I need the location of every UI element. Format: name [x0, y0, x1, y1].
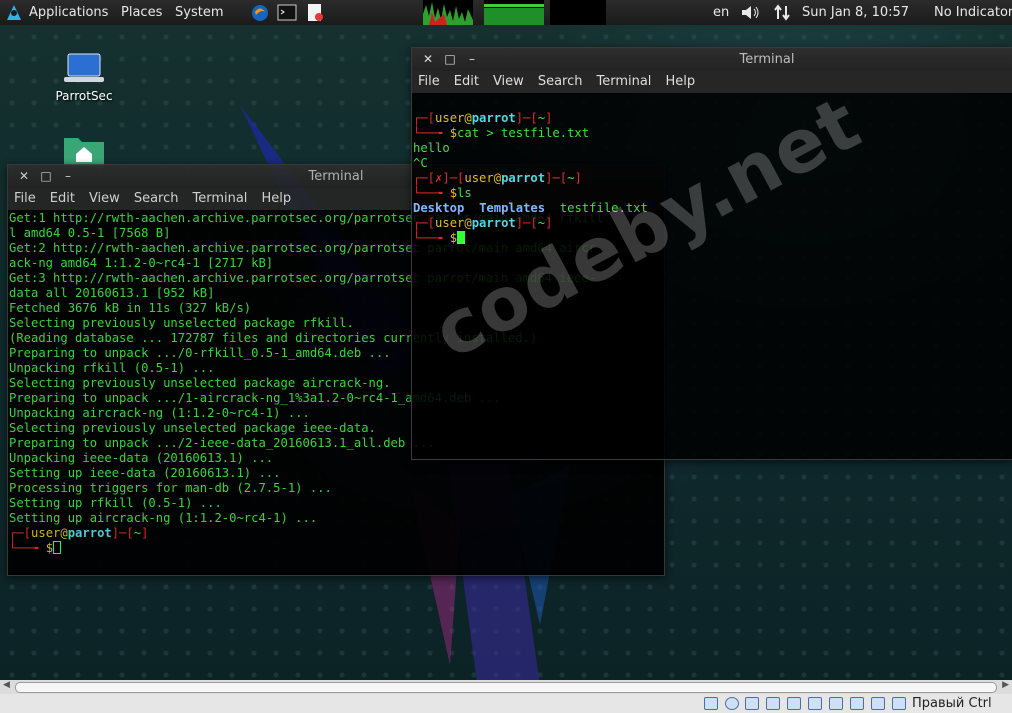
host-key-label: Правый Ctrl — [912, 696, 992, 711]
prompt-line: ┌─[user@parrot]─[~] — [9, 526, 149, 540]
laptop-icon — [64, 53, 104, 82]
menu-terminal[interactable]: Terminal — [192, 191, 247, 206]
browser-launcher-icon[interactable] — [250, 3, 270, 22]
hard-disk-icon[interactable] — [704, 697, 718, 710]
menu-view[interactable]: View — [89, 191, 120, 206]
vm-status-bar: Правый Ctrl — [0, 694, 1012, 713]
menu-help[interactable]: Help — [261, 191, 291, 206]
prompt-line: ┌─[✗]─[user@parrot]─[~] — [413, 171, 582, 185]
menu-edit[interactable]: Edit — [454, 74, 479, 89]
desktop-icon-label: ParrotSec — [55, 89, 113, 103]
text-cursor — [457, 231, 466, 244]
prompt-line: ┌─[user@parrot]─[~] — [413, 216, 553, 230]
prompt-line: ┌─[user@parrot]─[~] — [413, 111, 553, 125]
horizontal-scrollbar[interactable]: ◀ ▶ — [0, 680, 1012, 694]
terminal-menubar: File Edit View Search Terminal Help — [412, 71, 1012, 93]
output-line: hello — [413, 141, 450, 155]
menu-file[interactable]: File — [14, 191, 36, 206]
memory-monitor-applet[interactable] — [484, 0, 544, 25]
menu-edit[interactable]: Edit — [50, 191, 75, 206]
command-line: └──╼ $ — [413, 231, 466, 245]
text-editor-launcher-icon[interactable] — [305, 3, 325, 22]
audio-icon[interactable] — [745, 697, 759, 710]
menu-search[interactable]: Search — [538, 74, 583, 89]
desktop-icon-parrotsec[interactable]: ParrotSec — [44, 52, 124, 103]
shared-folders-icon[interactable] — [808, 697, 822, 710]
indicator-applet[interactable]: No Indicator — [934, 0, 1012, 25]
scroll-left-icon[interactable]: ◀ — [3, 680, 10, 690]
menu-view[interactable]: View — [493, 74, 524, 89]
menu-places[interactable]: Places — [121, 0, 162, 25]
menu-terminal[interactable]: Terminal — [596, 74, 651, 89]
clock[interactable]: Sun Jan 8, 10:57 — [802, 0, 909, 25]
output-line: Setting up ieee-data (20160613.1) ... — [9, 466, 281, 480]
keyboard-layout-indicator[interactable]: en — [713, 0, 729, 25]
top-panel: Applications Places System en Sun Jan 8,… — [0, 0, 1012, 25]
window-title: Terminal — [739, 52, 795, 67]
menu-file[interactable]: File — [418, 74, 440, 89]
video-capture-icon[interactable] — [850, 697, 864, 710]
volume-icon[interactable] — [740, 3, 760, 22]
network-transfer-icon[interactable] — [772, 3, 792, 22]
cpu-icon[interactable] — [871, 697, 885, 710]
network-monitor-applet[interactable] — [550, 0, 606, 25]
home-folder-icon — [64, 138, 104, 166]
command-line: └──╼ $cat > testfile.txt — [413, 126, 590, 140]
ls-dir: Desktop — [413, 201, 465, 215]
cpu-monitor-applet[interactable] — [423, 0, 473, 25]
network-adapter-icon[interactable] — [766, 697, 780, 710]
mouse-integration-icon[interactable] — [892, 697, 906, 710]
titlebar[interactable]: ✕ □ – Terminal — [412, 48, 1012, 71]
menu-applications[interactable]: Applications — [29, 0, 108, 25]
ls-output: Desktop Templates testfile.txt — [413, 201, 648, 215]
ls-dir: Templates — [479, 201, 546, 215]
command-line: └──╼ $ls — [413, 186, 472, 200]
terminal-window-front[interactable]: ✕ □ – Terminal File Edit View Search Termina… — [411, 47, 1012, 460]
ls-file: testfile.txt — [559, 201, 648, 215]
maximize-window-icon[interactable]: □ — [442, 48, 458, 71]
usb-icon[interactable] — [787, 697, 801, 710]
output-line: Processing triggers for man-db (2.7.5-1)… — [9, 481, 332, 495]
display-icon[interactable] — [829, 697, 843, 710]
command-line: └──╼ $ — [9, 541, 664, 556]
menu-system[interactable]: System — [175, 0, 223, 25]
scroll-right-icon[interactable]: ▶ — [1002, 680, 1009, 690]
menu-search[interactable]: Search — [134, 191, 179, 206]
optical-drive-icon[interactable] — [725, 697, 739, 710]
terminal-launcher-icon[interactable] — [277, 3, 297, 22]
output-line: Setting up rfkill (0.5-1) ... — [9, 496, 222, 510]
text-cursor — [53, 541, 62, 554]
minimize-window-icon[interactable]: – — [464, 48, 480, 71]
terminal-output[interactable]: ┌─[user@parrot]─[~] └──╼ $cat > testfile… — [412, 93, 1012, 261]
parrot-logo-icon[interactable] — [4, 3, 24, 22]
menu-help[interactable]: Help — [665, 74, 695, 89]
close-window-icon[interactable]: ✕ — [420, 48, 436, 71]
output-line: ^C — [413, 156, 428, 170]
output-line: Setting up aircrack-ng (1:1.2-0~rc4-1) .… — [9, 511, 318, 525]
scrollbar-thumb[interactable] — [15, 682, 997, 693]
